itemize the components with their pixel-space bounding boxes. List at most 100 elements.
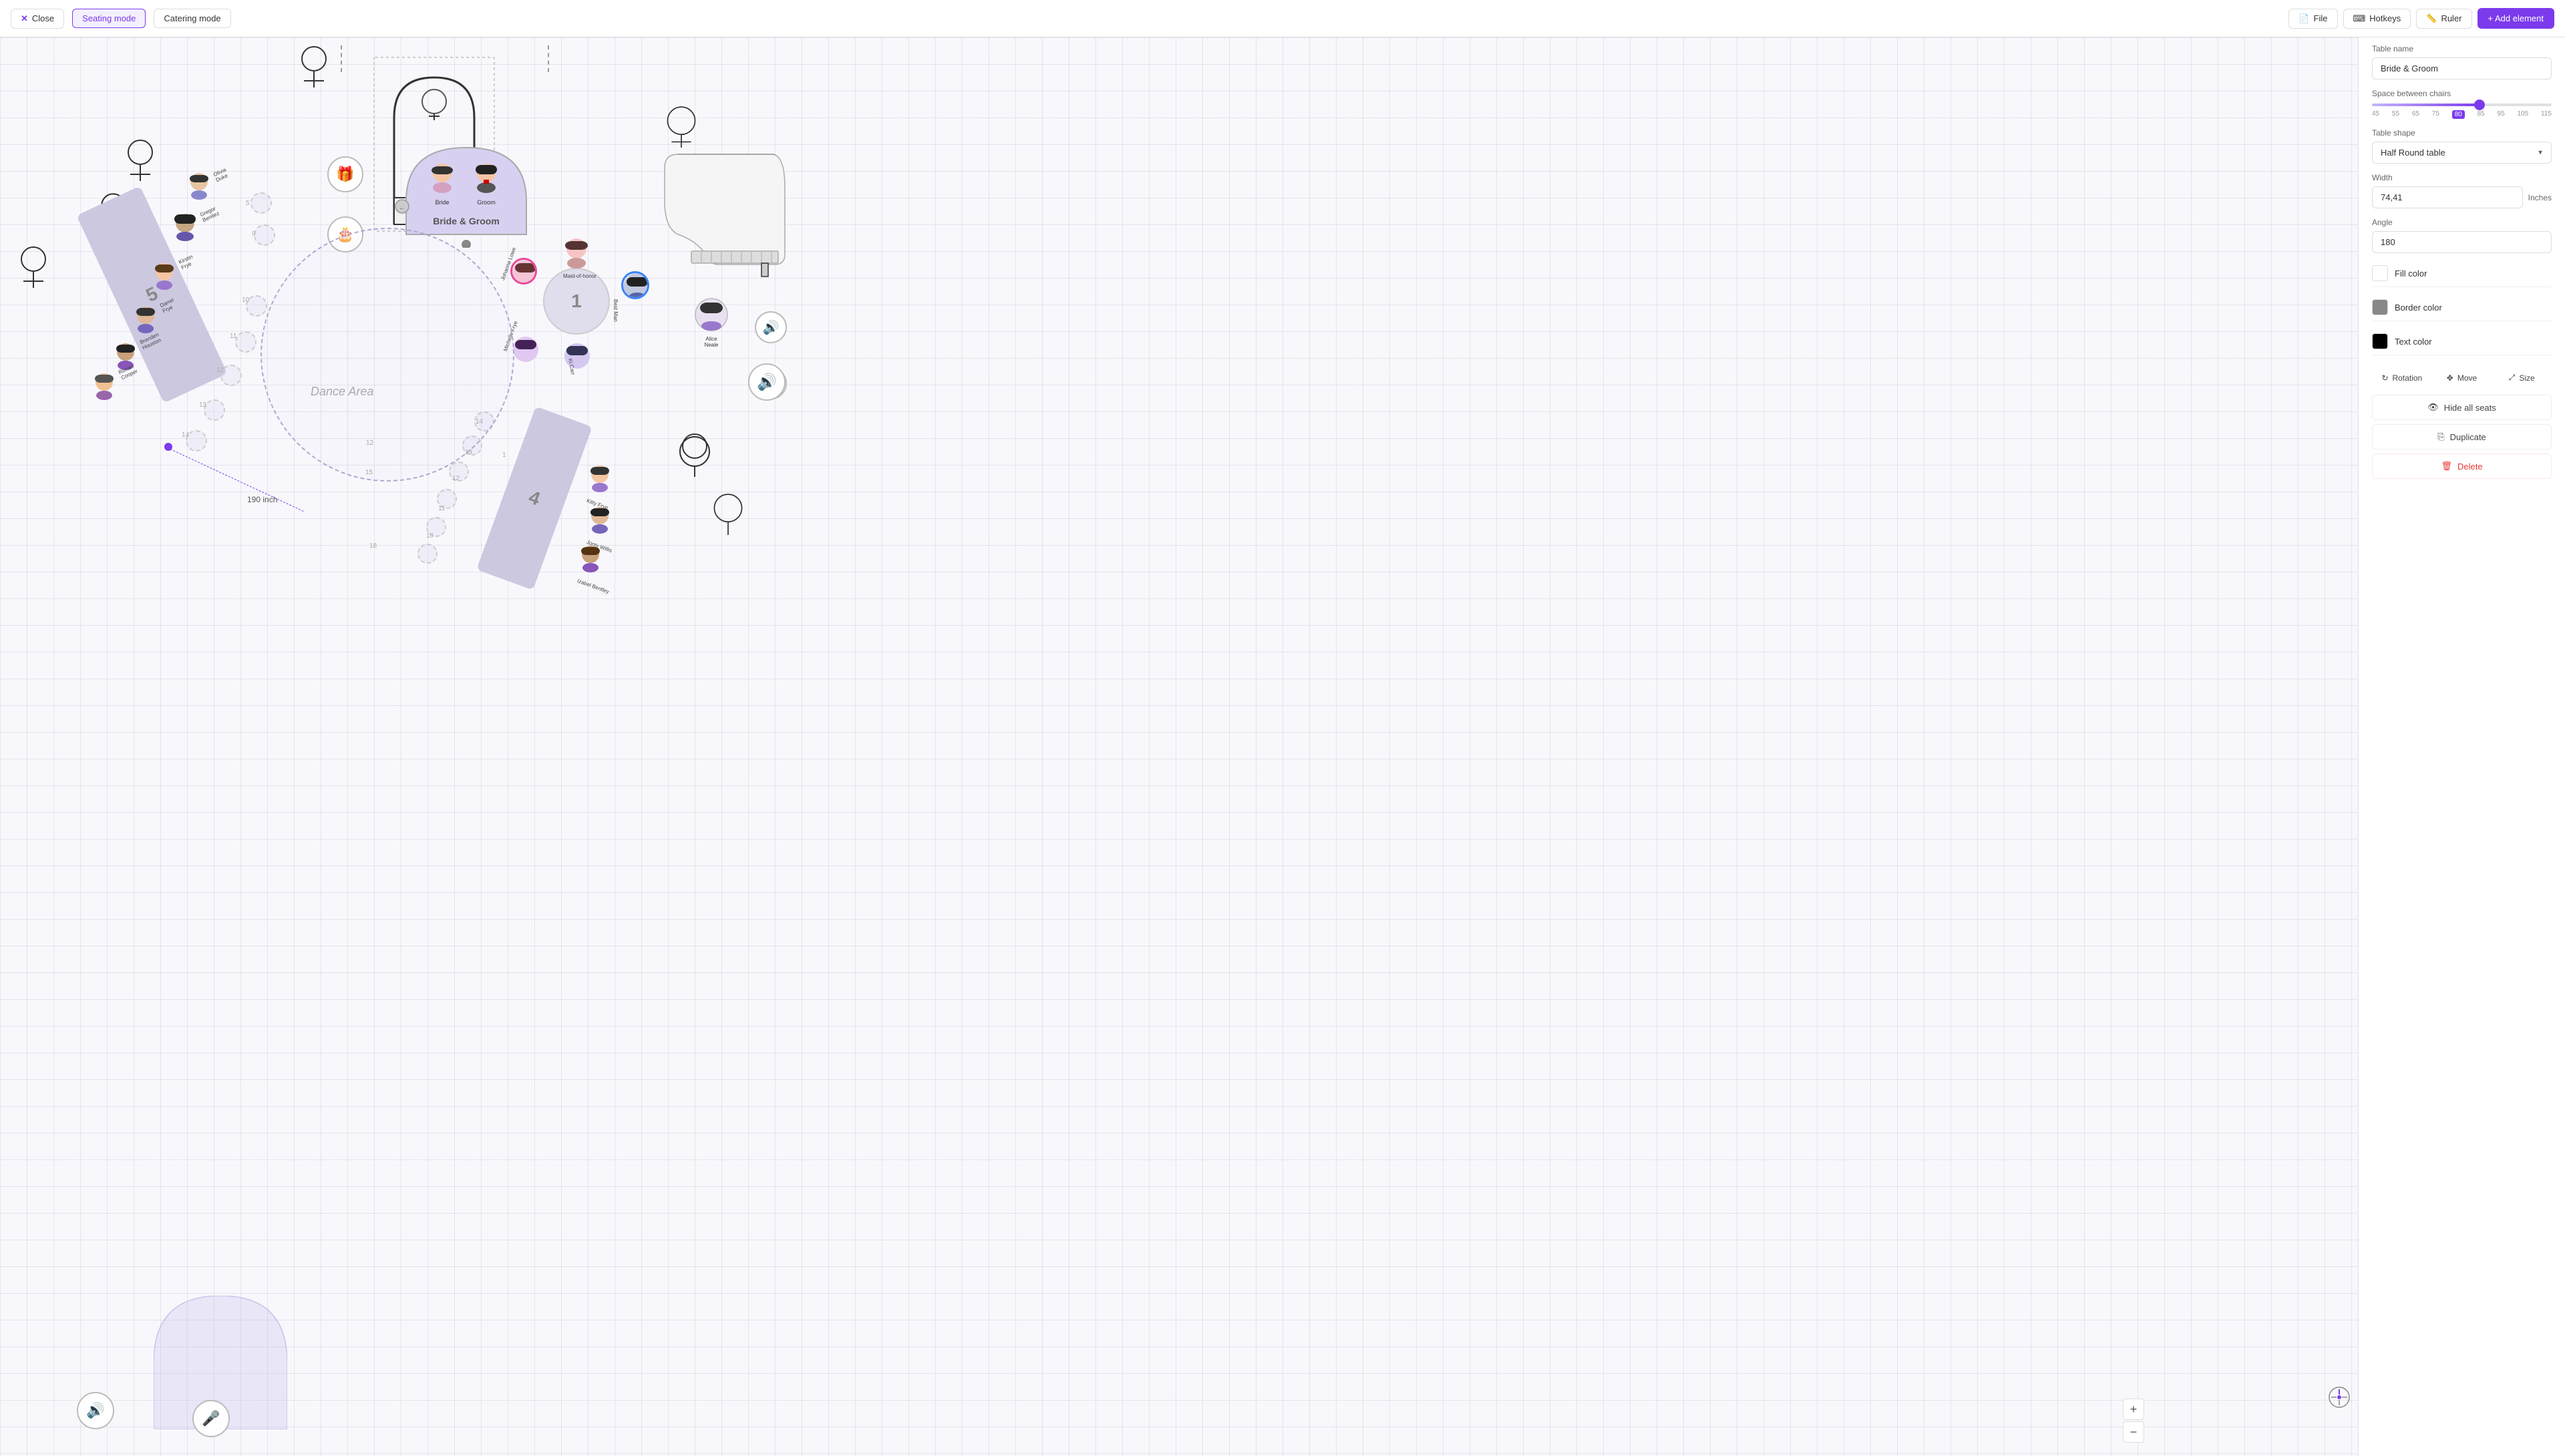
zoom-out-button[interactable]: − (2123, 1421, 2144, 1443)
seat-num-10: 10 (242, 297, 249, 304)
text-color-swatch[interactable] (2372, 333, 2388, 349)
border-color-row: Border color (2372, 294, 2552, 321)
alice-neale-area: AliceNeale (695, 298, 728, 348)
seat-izabel: Izabel Bentley (578, 544, 612, 584)
hotkeys-button[interactable]: ⌨ Hotkeys (2343, 9, 2411, 29)
rotation-label: Rotation (2393, 373, 2423, 383)
hide-seats-button[interactable]: 👁 Hide all seats (2372, 395, 2552, 420)
seat-michelle (513, 337, 538, 365)
seat-ronan: RonanCooper (92, 371, 116, 404)
seat-num-b1: 18 (369, 542, 377, 550)
tree-left-3 (13, 244, 53, 291)
slider-track (2372, 104, 2552, 106)
stage-marker (341, 45, 343, 72)
space-slider-container: 45 55 65 75 80 85 95 105 115 (2372, 104, 2552, 119)
empty-seat-13 (204, 399, 225, 421)
stage-marker-2 (548, 45, 550, 72)
speaker-icon: 🔊 (755, 311, 787, 343)
table-4[interactable]: 4 (476, 406, 592, 590)
fill-color-label: Fill color (2395, 268, 2427, 279)
ruler-icon: 📏 (2426, 13, 2437, 24)
main-canvas[interactable]: Bride & Groom ← Bride Groom (0, 37, 2358, 1456)
ruler-label: Ruler (2441, 13, 2461, 23)
seat-num-13: 13 (199, 401, 206, 409)
add-element-label: + Add element (2488, 13, 2544, 23)
empty-seat-11 (235, 331, 256, 353)
duplicate-label: Duplicate (2450, 432, 2486, 442)
seat-num-14-left: 14 (182, 431, 189, 439)
seat-num-5: 5 (246, 200, 250, 207)
add-element-button[interactable]: + Add element (2477, 8, 2554, 29)
seat-jonty: Jonty Willis (588, 505, 615, 545)
table-name-input[interactable] (2372, 57, 2552, 79)
duplicate-icon: ⎘ (2437, 431, 2444, 442)
seat-kitty: Kitty Frye (588, 464, 612, 504)
seat-num-r1: 1 (502, 451, 506, 459)
groom-seat: Groom (472, 161, 501, 206)
fill-color-swatch[interactable] (2372, 265, 2388, 281)
seat-gregor: GregorBenitez (172, 211, 198, 245)
fill-color-row: Fill color (2372, 260, 2552, 287)
seat-best-man (621, 271, 649, 299)
empty-seat-4-6 (417, 544, 438, 564)
tree-right-1 (661, 104, 701, 151)
eye-icon: 👁 (2427, 402, 2439, 413)
size-button[interactable]: ⤢ Size (2492, 366, 2552, 389)
action-row: ↻ Rotation ✥ Move ⤢ Size (2372, 366, 2552, 389)
move-icon: ✥ (2447, 373, 2453, 383)
move-label: Move (2457, 373, 2477, 383)
seating-mode-label: Seating mode (82, 13, 136, 23)
topbar-right: 📄 File ⌨ Hotkeys 📏 Ruler + Add element (2288, 8, 2554, 29)
seat-num-13-right: 13 (465, 449, 472, 456)
width-input[interactable] (2372, 186, 2523, 208)
zoom-in-button[interactable]: + (2123, 1399, 2144, 1420)
duplicate-button[interactable]: ⎘ Duplicate (2372, 424, 2552, 449)
catering-mode-button[interactable]: Catering mode (154, 9, 230, 28)
table-4-label: 4 (526, 486, 543, 510)
tree-right-2 (675, 431, 715, 478)
text-color-row: Text color (2372, 328, 2552, 355)
seating-mode-button[interactable]: Seating mode (72, 9, 146, 28)
tree-right-3 (708, 492, 748, 538)
border-color-label: Border color (2395, 303, 2442, 313)
seat-olivia: OliviaDuke (187, 171, 211, 204)
svg-text:Bride & Groom: Bride & Groom (433, 216, 500, 226)
tree-left-1 (120, 138, 160, 184)
zoom-controls: + − (2123, 1399, 2144, 1443)
close-icon: ✕ (21, 13, 28, 24)
slider-thumb[interactable] (2474, 100, 2485, 110)
hide-seats-label: Hide all seats (2444, 403, 2496, 413)
space-chairs-label: Space between chairs (2372, 89, 2552, 98)
seat-num-11: 11 (230, 333, 236, 340)
seat-num-14-right: 14 (476, 418, 483, 425)
right-panel: Table Table name Space between chairs 45… (2358, 0, 2565, 1456)
measure-text: 190 inch (247, 495, 277, 504)
width-label: Width (2372, 173, 2552, 182)
text-color-label: Text color (2395, 337, 2432, 347)
dance-area-circle (261, 228, 514, 482)
rotation-button[interactable]: ↻ Rotation (2372, 366, 2432, 389)
delete-button[interactable]: 🗑 Delete (2372, 453, 2552, 479)
file-icon: 📄 (2298, 13, 2309, 24)
seat-johanna (510, 258, 537, 285)
catering-mode-label: Catering mode (164, 13, 220, 23)
measure-line (170, 449, 304, 512)
angle-input[interactable] (2372, 231, 2552, 253)
close-button[interactable]: ✕ Close (11, 9, 64, 29)
mic-stand-icon: 🎤 (192, 1400, 230, 1437)
file-button[interactable]: 📄 File (2288, 9, 2337, 29)
topbar: ✕ Close Seating mode Catering mode 📄 Fil… (0, 0, 2565, 37)
gift-icon-circle: 🎁 (327, 156, 363, 192)
speaker-icon-large: 🔊 (748, 363, 786, 401)
move-button[interactable]: ✥ Move (2432, 366, 2492, 389)
ruler-button[interactable]: 📏 Ruler (2416, 9, 2471, 29)
table-shape-select[interactable]: Half Round table Round table Rectangle t… (2372, 142, 2552, 164)
compass-icon[interactable] (2329, 1387, 2350, 1408)
file-label: File (2314, 13, 2328, 23)
close-label: Close (32, 13, 54, 23)
seat-num-10-right: 10 (426, 532, 434, 540)
width-row: Inches (2372, 186, 2552, 208)
seat-kirstin: KirstinFrye (152, 261, 176, 294)
border-color-swatch[interactable] (2372, 299, 2388, 315)
size-label: Size (2519, 373, 2534, 383)
